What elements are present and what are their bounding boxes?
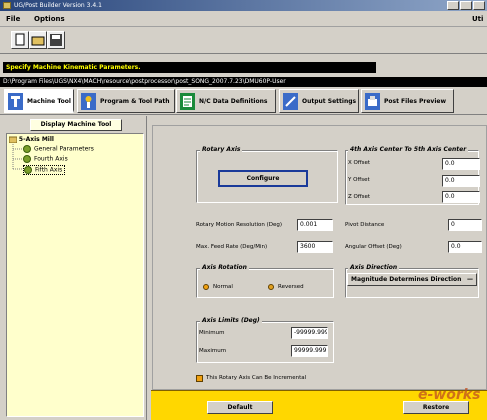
- status-message: Specify Machine Kinematic Parameters.: [3, 62, 376, 73]
- gear-icon: [23, 155, 31, 163]
- reversed-radio[interactable]: [268, 284, 274, 290]
- menu-file[interactable]: File: [6, 15, 20, 23]
- x-offset-label: X Offset: [348, 160, 371, 166]
- default-button[interactable]: Default: [207, 401, 273, 414]
- angular-offset-label: Angular Offset (Deg): [345, 244, 402, 250]
- tab-machine-tool[interactable]: Machine Tool: [4, 89, 74, 113]
- machine-tool-icon: [8, 93, 23, 110]
- open-folder-icon: [31, 36, 45, 46]
- gear-icon: [24, 166, 32, 174]
- minimum-label: Minimum: [199, 330, 225, 336]
- axis-direction-dropdown[interactable]: Magnitude Determines Direction —: [347, 273, 477, 286]
- post-files-icon: [365, 93, 380, 110]
- left-pane: Display Machine Tool 5-Axis Mill General…: [3, 116, 147, 420]
- new-file-icon: [15, 33, 25, 46]
- component-tree: 5-Axis Mill General Parameters Fourth Ax…: [6, 133, 144, 417]
- tree-item-fifth-axis[interactable]: Fifth Axis: [23, 165, 66, 175]
- program-icon: [81, 93, 96, 110]
- app-icon: [3, 2, 11, 9]
- menu-utilities[interactable]: Uti: [472, 15, 483, 23]
- tab-bar: Machine Tool Program & Tool Path N/C Dat…: [0, 87, 487, 115]
- menu-bar: File Options Uti: [0, 11, 487, 27]
- z-offset-field[interactable]: 0.0: [442, 191, 480, 203]
- tab-post-files-preview[interactable]: Post Files Preview: [361, 89, 454, 113]
- tab-output-settings[interactable]: Output Settings: [279, 89, 359, 113]
- axis-center-title: 4th Axis Center To 5th Axis Center: [348, 146, 469, 153]
- configure-button[interactable]: Configure: [218, 170, 308, 187]
- save-button[interactable]: [47, 31, 65, 49]
- z-offset-label: Z Offset: [348, 194, 371, 200]
- y-offset-field[interactable]: 0.0: [442, 175, 480, 187]
- axis-rotation-group: [196, 268, 334, 298]
- resolution-field[interactable]: 0.001: [297, 219, 333, 231]
- incremental-label: This Rotary Axis Can Be Incremental: [206, 375, 307, 381]
- output-settings-icon: [283, 93, 298, 110]
- minimize-button[interactable]: [447, 1, 459, 10]
- display-machine-tool-button[interactable]: Display Machine Tool: [30, 119, 122, 131]
- dropdown-indicator-icon: —: [467, 276, 473, 283]
- tab-program-tool-path[interactable]: Program & Tool Path: [77, 89, 175, 113]
- normal-radio[interactable]: [203, 284, 209, 290]
- save-disk-icon: [50, 34, 62, 46]
- minimum-field[interactable]: -99999.999: [291, 327, 328, 339]
- nc-data-icon: [180, 93, 195, 110]
- maximum-field[interactable]: 99999.999: [291, 345, 328, 357]
- x-offset-field[interactable]: 0.0: [442, 158, 480, 170]
- tree-item-general-parameters[interactable]: General Parameters: [23, 145, 94, 153]
- open-file-button[interactable]: [29, 31, 47, 49]
- rotary-axis-title: Rotary Axis: [200, 146, 243, 153]
- max-feed-label: Max. Feed Rate (Deg/Min): [196, 244, 268, 250]
- reversed-label: Reversed: [278, 284, 304, 290]
- close-button[interactable]: [473, 1, 485, 10]
- window-title: UG/Post Builder Version 3.4.1: [14, 2, 102, 9]
- menu-options[interactable]: Options: [34, 15, 65, 23]
- axis-limits-title: Axis Limits (Deg): [200, 317, 262, 324]
- pivot-distance-field[interactable]: 0: [448, 219, 482, 231]
- tree-root[interactable]: 5-Axis Mill: [8, 136, 54, 144]
- title-bar: UG/Post Builder Version 3.4.1: [0, 0, 487, 11]
- axis-direction-title: Axis Direction: [348, 264, 400, 271]
- maximize-button[interactable]: [460, 1, 472, 10]
- toolbar: [0, 27, 487, 54]
- maximum-label: Maximum: [199, 348, 227, 354]
- normal-label: Normal: [213, 284, 233, 290]
- watermark: e-works: [418, 387, 481, 403]
- max-feed-field[interactable]: 3600: [297, 241, 333, 253]
- y-offset-label: Y Offset: [348, 177, 370, 183]
- incremental-checkbox[interactable]: [196, 375, 203, 382]
- angular-offset-field[interactable]: 0.0: [448, 241, 482, 253]
- tree-item-fourth-axis[interactable]: Fourth Axis: [23, 155, 68, 163]
- gear-icon: [23, 145, 31, 153]
- resolution-label: Rotary Motion Resolution (Deg): [196, 222, 283, 228]
- file-path: D:\Program Files\UGS\NX4\MACH\resource\p…: [0, 77, 487, 87]
- pivot-distance-label: Pivot Distance: [345, 222, 385, 228]
- new-file-button[interactable]: [11, 31, 29, 49]
- folder-icon: [8, 136, 18, 144]
- tab-nc-data-definitions[interactable]: N/C Data Definitions: [176, 89, 276, 113]
- axis-rotation-title: Axis Rotation: [200, 264, 249, 271]
